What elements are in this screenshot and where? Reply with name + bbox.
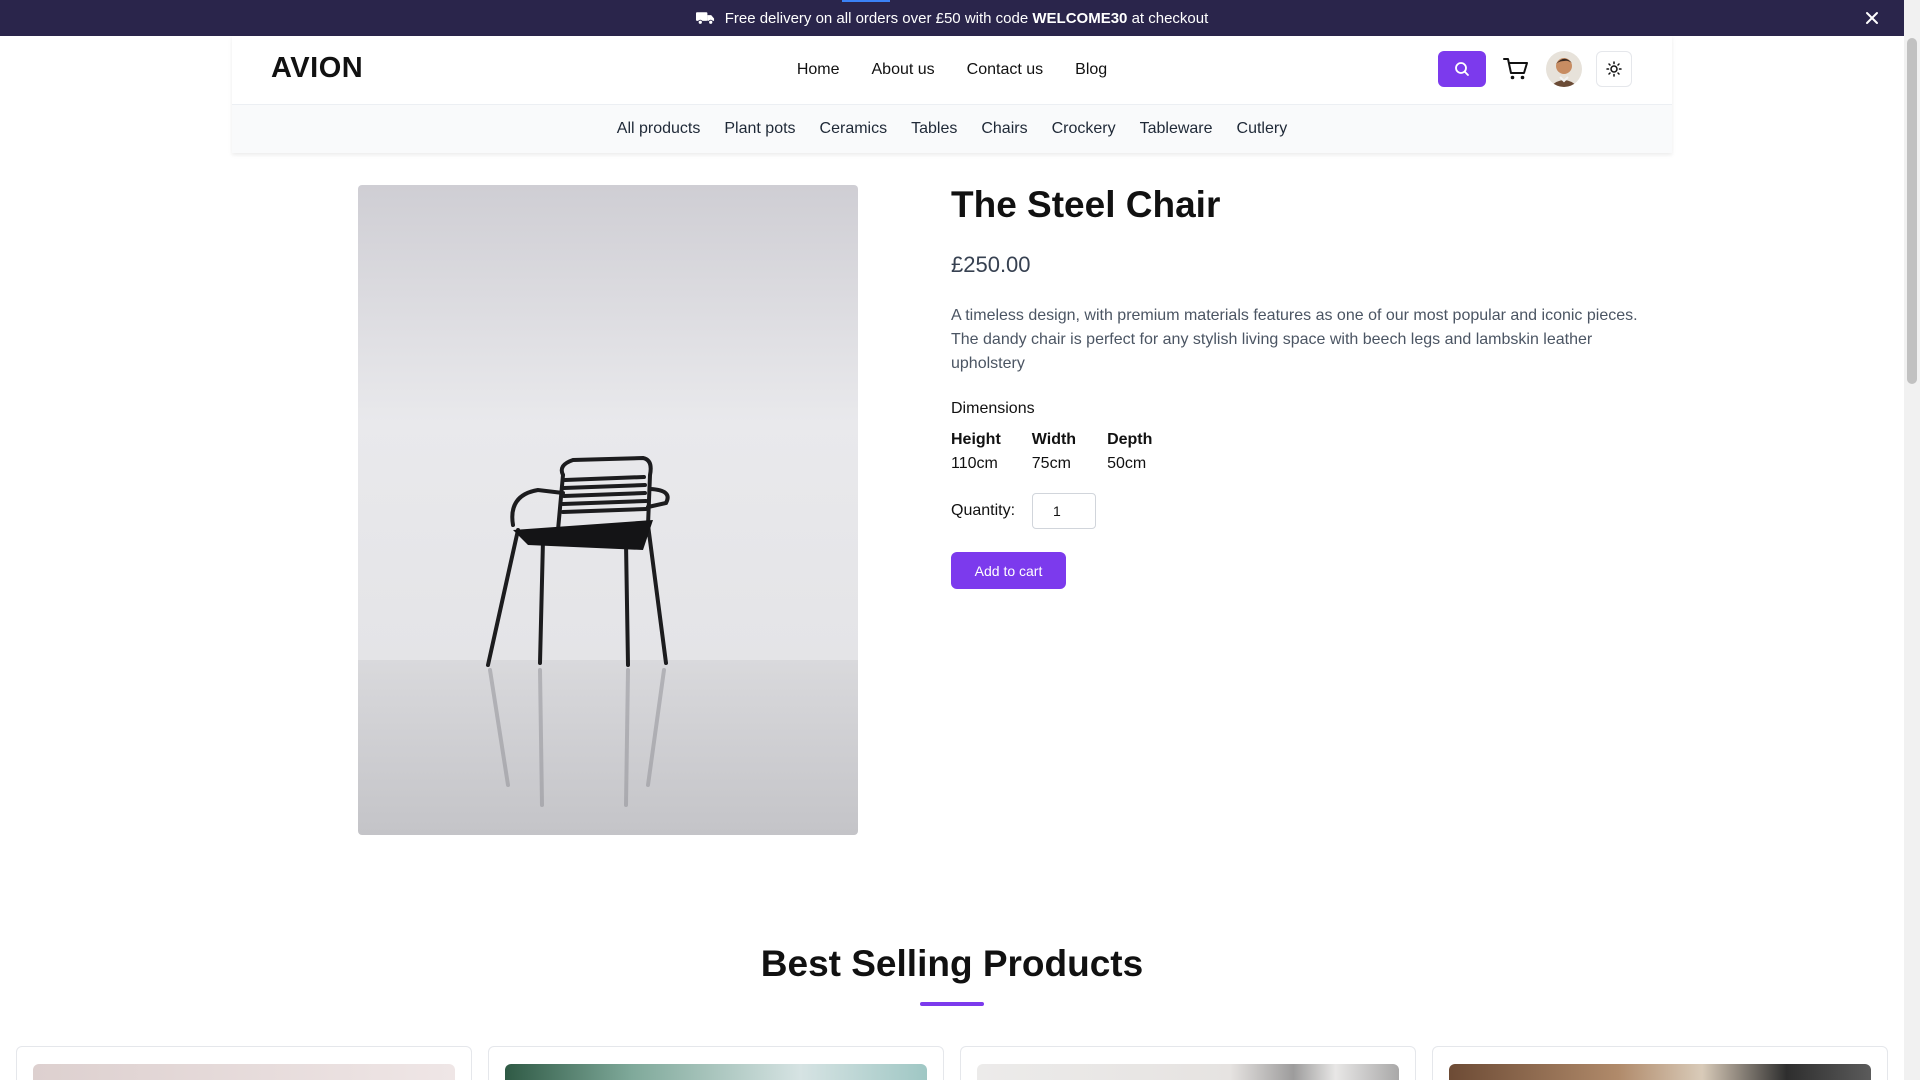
sun-icon (1606, 61, 1622, 77)
quantity-row: Quantity: (951, 493, 1651, 529)
product-card[interactable] (1432, 1046, 1888, 1080)
announcement-text: Free delivery on all orders over £50 wit… (724, 9, 1209, 27)
product-card[interactable] (16, 1046, 472, 1080)
category-ceramics[interactable]: Ceramics (820, 120, 888, 138)
site-header: AVION Home About us Contact us Blog All … (232, 36, 1672, 153)
best-selling-title: Best Selling Products (760, 943, 1144, 984)
close-icon[interactable] (1862, 8, 1882, 28)
category-tables[interactable]: Tables (911, 120, 957, 138)
dimension-height: Height 110cm (951, 431, 1001, 472)
category-all-products[interactable]: All products (617, 120, 701, 138)
category-cutlery[interactable]: Cutlery (1237, 120, 1288, 138)
product-card-image (977, 1064, 1399, 1080)
cart-icon (1503, 58, 1528, 80)
product-title: The Steel Chair (951, 184, 1221, 225)
product-card[interactable] (960, 1046, 1416, 1080)
category-crockery[interactable]: Crockery (1052, 120, 1116, 138)
product-details: The Steel Chair £250.00 A timeless desig… (951, 182, 1651, 589)
dimension-width: Width 75cm (1031, 431, 1077, 472)
nav-about[interactable]: About us (872, 61, 935, 79)
add-to-cart-button[interactable]: Add to cart (951, 552, 1066, 589)
category-tableware[interactable]: Tableware (1140, 120, 1213, 138)
product-image (358, 185, 858, 835)
promo-code: WELCOME30 (1032, 9, 1128, 27)
product-card-image (1449, 1064, 1871, 1080)
search-button[interactable] (1438, 51, 1486, 87)
scrollbar[interactable] (1904, 0, 1920, 1080)
quantity-label: Quantity: (951, 502, 1016, 519)
truck-icon (695, 12, 714, 25)
nav-contact[interactable]: Contact us (967, 61, 1043, 79)
category-plant-pots[interactable]: Plant pots (724, 120, 795, 138)
dimension-depth: Depth 50cm (1107, 431, 1153, 472)
cart-button[interactable] (1498, 51, 1534, 87)
product-description: A timeless design, with premium material… (951, 307, 1638, 372)
product-card-image (505, 1064, 927, 1080)
nav-home[interactable]: Home (797, 61, 840, 79)
category-nav: All products Plant pots Ceramics Tables … (232, 104, 1672, 153)
nav-blog[interactable]: Blog (1075, 61, 1107, 79)
announcement-bar: Free delivery on all orders over £50 wit… (0, 0, 1904, 36)
header-actions (1438, 51, 1632, 87)
avatar[interactable] (1546, 51, 1582, 87)
title-underline (920, 1002, 984, 1006)
scrollbar-thumb[interactable] (1907, 38, 1917, 384)
product-card[interactable] (488, 1046, 944, 1080)
dimensions-label: Dimensions (951, 400, 1035, 417)
focus-indicator (842, 0, 890, 2)
category-chairs[interactable]: Chairs (981, 120, 1027, 138)
theme-toggle-button[interactable] (1596, 51, 1632, 87)
product-card-image (33, 1064, 455, 1080)
dimensions-table: Height 110cm Width 75cm Depth 50cm (951, 431, 1651, 473)
product-price: £250.00 (951, 252, 1031, 277)
quantity-input[interactable] (1032, 493, 1097, 529)
search-icon (1455, 62, 1469, 76)
